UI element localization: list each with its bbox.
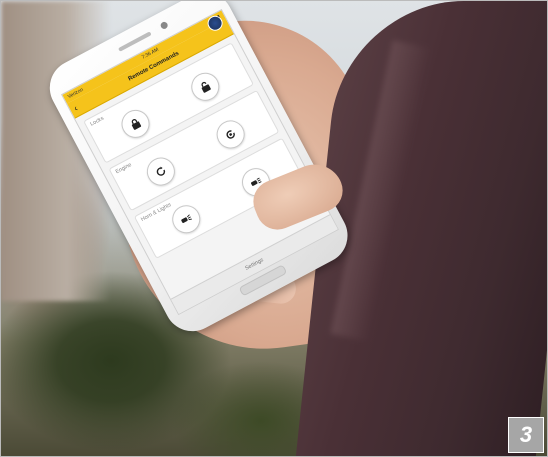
engine-stop-icon [226,130,235,139]
horn-lights-icon [180,214,192,224]
figure-number-badge: 3 [508,417,544,453]
figure-number: 3 [519,422,533,447]
engine-start-icon [156,166,165,177]
bottom-bar-label: Settings [244,257,265,272]
lock-icon [131,119,141,131]
background-photo: Verizon 7:36 AM ▮ ‹ Remote Commands Lock… [0,0,548,457]
unlock-icon [201,82,211,93]
phone-camera [159,20,169,31]
